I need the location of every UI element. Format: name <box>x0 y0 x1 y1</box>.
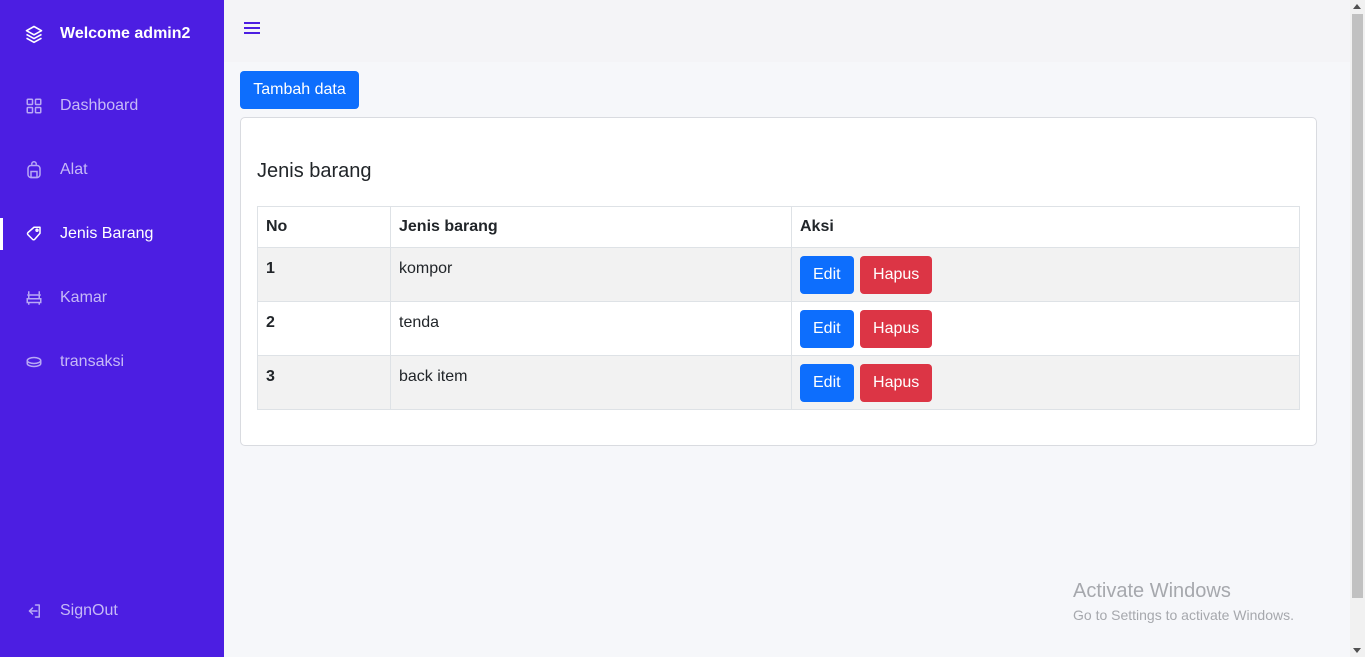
signout-link[interactable]: SignOut <box>0 591 224 631</box>
column-header-aksi: Aksi <box>791 206 1300 248</box>
brand[interactable]: Welcome admin2 <box>24 24 190 44</box>
jenis-barang-table: No Jenis barang Aksi 1 kompor Edit Hapus… <box>257 206 1300 410</box>
table-row: 3 back item Edit Hapus <box>257 355 1300 410</box>
row-jenis-barang: kompor <box>390 247 792 302</box>
edit-button[interactable]: Edit <box>800 256 854 294</box>
sidebar-item-alat[interactable]: Alat <box>0 150 224 190</box>
edit-button[interactable]: Edit <box>800 310 854 348</box>
delete-button[interactable]: Hapus <box>860 310 933 348</box>
sidebar-item-label: Dashboard <box>60 97 139 114</box>
grid-icon <box>26 98 42 114</box>
table-row: 2 tenda Edit Hapus <box>257 301 1300 356</box>
tag-icon <box>26 226 41 241</box>
watermark-title: Activate Windows <box>1073 580 1231 602</box>
edit-button[interactable]: Edit <box>800 364 854 402</box>
delete-button[interactable]: Hapus <box>860 256 933 294</box>
sidebar-item-label: transaksi <box>60 353 125 370</box>
data-card: Jenis barang No Jenis barang Aksi 1 komp… <box>240 117 1317 446</box>
row-actions: Edit Hapus <box>791 247 1300 302</box>
brand-title: Welcome admin2 <box>60 25 191 42</box>
topbar <box>224 0 1350 62</box>
signout-label: SignOut <box>60 602 118 619</box>
hamburger-icon[interactable] <box>243 20 261 36</box>
sidebar: Welcome admin2 Dashboard Alat Jenis Bara… <box>0 0 224 657</box>
row-actions: Edit Hapus <box>791 301 1300 356</box>
row-number: 2 <box>257 301 391 356</box>
vertical-scrollbar[interactable] <box>1350 0 1365 657</box>
row-jenis-barang: back item <box>390 355 792 410</box>
coins-icon <box>26 356 42 368</box>
sidebar-item-label: Jenis Barang <box>60 225 154 242</box>
backpack-icon <box>27 161 41 179</box>
watermark-subtitle: Go to Settings to activate Windows. <box>1073 607 1294 623</box>
sidebar-item-kamar[interactable]: Kamar <box>0 278 224 318</box>
delete-button[interactable]: Hapus <box>860 364 933 402</box>
sidebar-item-jenis-barang[interactable]: Jenis Barang <box>0 214 224 254</box>
windows-activation-watermark: Activate Windows Go to Settings to activ… <box>1073 580 1294 623</box>
card-title: Jenis barang <box>257 160 372 182</box>
sidebar-item-transaksi[interactable]: transaksi <box>0 342 224 382</box>
column-header-jenis-barang: Jenis barang <box>390 206 792 248</box>
table-header-row: No Jenis barang Aksi <box>257 206 1300 248</box>
scrollbar-thumb[interactable] <box>1352 14 1363 598</box>
sidebar-item-label: Kamar <box>60 289 108 306</box>
scroll-up-arrow-icon[interactable] <box>1353 4 1361 9</box>
row-jenis-barang: tenda <box>390 301 792 356</box>
column-header-no: No <box>257 206 391 248</box>
sidebar-item-dashboard[interactable]: Dashboard <box>0 86 224 126</box>
bed-icon <box>26 291 42 305</box>
row-actions: Edit Hapus <box>791 355 1300 410</box>
sidebar-item-label: Alat <box>60 161 88 178</box>
row-number: 1 <box>257 247 391 302</box>
table-row: 1 kompor Edit Hapus <box>257 247 1300 302</box>
row-number: 3 <box>257 355 391 410</box>
logout-icon <box>28 604 40 618</box>
add-data-button[interactable]: Tambah data <box>240 71 359 109</box>
scroll-down-arrow-icon[interactable] <box>1353 648 1361 653</box>
layers-icon <box>25 25 43 44</box>
